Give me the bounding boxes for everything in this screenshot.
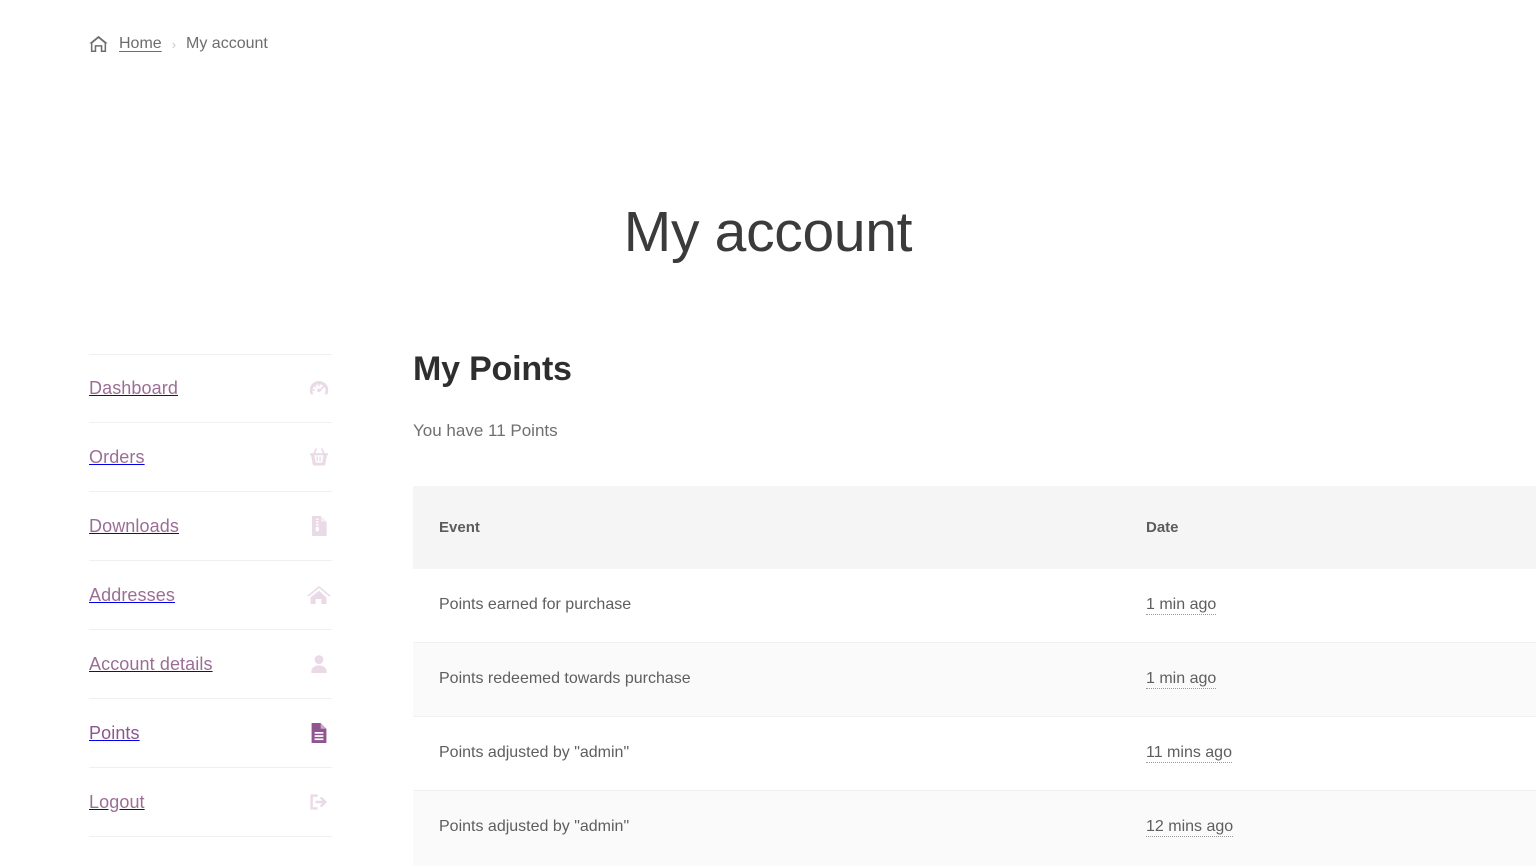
user-icon (306, 651, 332, 677)
sign-out-icon (306, 789, 332, 815)
sidebar-item-logout[interactable]: Logout (89, 768, 332, 837)
table-body: Points earned for purchase 1 min ago +11… (413, 568, 1536, 866)
relative-date[interactable]: 11 mins ago (1146, 743, 1232, 763)
sidebar-item-label: Logout (89, 791, 145, 812)
relative-date[interactable]: 1 min ago (1146, 669, 1217, 689)
sidebar-item-points[interactable]: Points (89, 699, 332, 768)
sidebar-item-label: Addresses (89, 584, 175, 605)
table-header-row: Event Date Points (413, 485, 1536, 569)
cell-date: 12 mins ago (1120, 789, 1427, 866)
cell-event: Points adjusted by "admin" (413, 715, 1120, 790)
sidebar-item-label: Account details (89, 653, 213, 674)
cell-points: +45 (1427, 789, 1536, 866)
sidebar-item-dashboard[interactable]: Dashboard (89, 354, 332, 423)
document-lines-icon (306, 720, 332, 746)
breadcrumb-link-home[interactable]: Home (119, 35, 162, 53)
breadcrumb-separator-icon: › (171, 36, 177, 52)
cell-event: Points redeemed towards purchase (413, 641, 1120, 716)
relative-date[interactable]: 12 mins ago (1146, 817, 1234, 837)
sidebar-item-label: Orders (89, 446, 145, 467)
section-title: My Points (413, 350, 572, 388)
page-title: My account (623, 200, 913, 265)
home-icon[interactable] (89, 35, 108, 53)
cell-date: 1 min ago (1120, 641, 1427, 716)
dashboard-gauge-icon (306, 376, 332, 402)
sidebar-item-addresses[interactable]: Addresses (89, 561, 332, 630)
cell-event: Points adjusted by "admin" (413, 789, 1120, 866)
relative-date[interactable]: 1 min ago (1146, 595, 1217, 615)
column-header-event: Event (413, 485, 1120, 569)
cell-points: -672 (1427, 641, 1536, 716)
cell-points: +11 (1427, 569, 1536, 643)
download-file-icon (306, 513, 332, 539)
table-row: Points adjusted by "admin" 12 mins ago +… (413, 789, 1536, 866)
sidebar-item-downloads[interactable]: Downloads (89, 492, 332, 561)
shopping-basket-icon (306, 444, 332, 470)
cell-date: 11 mins ago (1120, 715, 1427, 790)
sidebar-item-label: Downloads (89, 515, 179, 536)
table-row: Points earned for purchase 1 min ago +11 (413, 568, 1536, 643)
sidebar-item-label: Points (89, 722, 140, 743)
sidebar-item-label: Dashboard (89, 378, 178, 398)
cell-points: +627 (1427, 715, 1536, 790)
points-history-table: Event Date Points Points earned for purc… (413, 485, 1536, 866)
table-head: Event Date Points (413, 485, 1536, 569)
points-main-content: My Points You have 11 Points Event Date … (413, 348, 1536, 866)
house-icon (306, 582, 332, 608)
breadcrumb-current: My account (186, 35, 268, 52)
table-row: Points adjusted by "admin" 11 mins ago +… (413, 715, 1536, 790)
breadcrumb: Home › My account (89, 31, 268, 57)
table-row: Points redeemed towards purchase 1 min a… (413, 641, 1536, 716)
sidebar-item-account-details[interactable]: Account details (89, 630, 332, 699)
sidebar-item-orders[interactable]: Orders (89, 423, 332, 492)
cell-date: 1 min ago (1120, 569, 1427, 643)
cell-event: Points earned for purchase (439, 595, 632, 613)
account-sidebar-nav: Dashboard Orders Downloads Addresses Acc… (89, 354, 332, 837)
column-header-date: Date (1120, 485, 1427, 569)
column-header-points: Points (1427, 485, 1536, 569)
points-balance-text: You have 11 Points (413, 420, 558, 440)
